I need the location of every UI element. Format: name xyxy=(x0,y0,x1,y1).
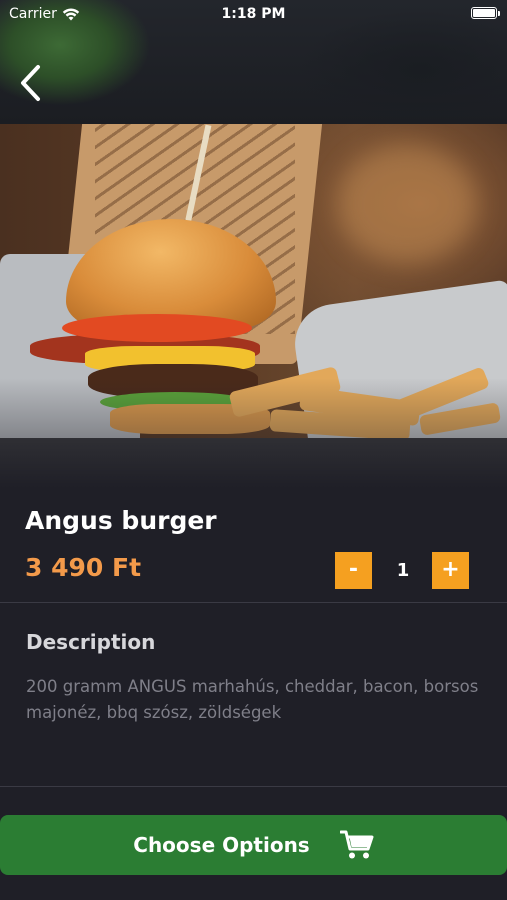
decrease-quantity-button[interactable]: - xyxy=(335,552,372,589)
description-heading: Description xyxy=(26,630,156,654)
product-price: 3 490 Ft xyxy=(25,553,142,582)
description-text: 200 gramm ANGUS marhahús, cheddar, bacon… xyxy=(26,677,479,722)
back-button[interactable] xyxy=(16,64,46,102)
product-image xyxy=(0,124,507,438)
quantity-value: 1 xyxy=(396,560,410,581)
choose-options-label: Choose Options xyxy=(133,833,310,857)
product-title: Angus burger xyxy=(25,506,217,535)
choose-options-button[interactable]: Choose Options xyxy=(0,815,507,875)
divider xyxy=(0,786,507,787)
chevron-left-icon xyxy=(21,65,40,101)
cart-icon xyxy=(339,830,374,859)
increase-quantity-button[interactable]: + xyxy=(432,552,469,589)
status-bar: Carrier 1:18 PM xyxy=(0,0,507,28)
status-time: 1:18 PM xyxy=(221,6,286,22)
divider xyxy=(0,602,507,603)
image-fade xyxy=(0,438,507,488)
battery-icon xyxy=(471,7,500,19)
